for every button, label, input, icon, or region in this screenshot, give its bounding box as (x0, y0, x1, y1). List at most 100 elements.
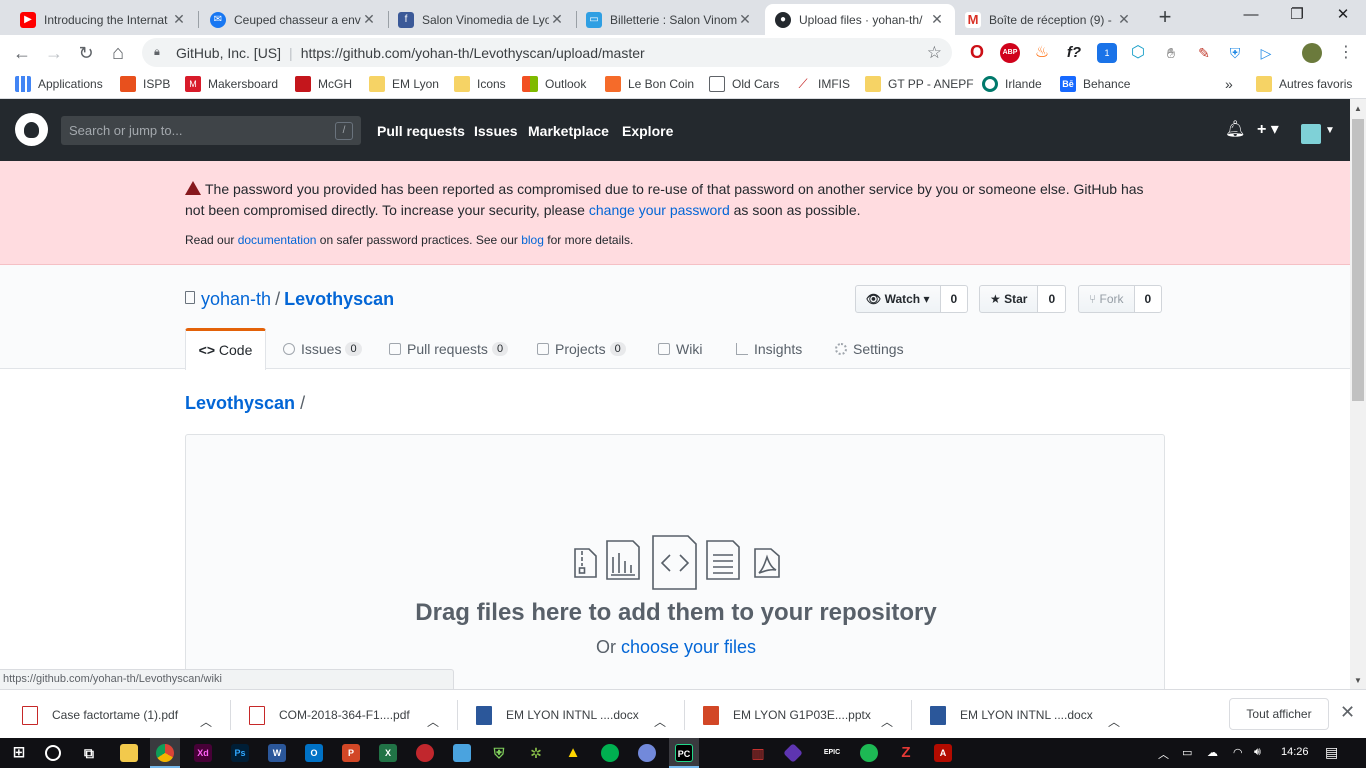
windows-start-icon[interactable]: ⊞ (10, 744, 28, 762)
menu-dots-icon[interactable]: ⋮ (1336, 43, 1356, 63)
show-all-downloads-button[interactable]: Tout afficher (1229, 698, 1329, 730)
bookmark-outlook[interactable]: Outlook (522, 75, 586, 93)
bookmark-icons[interactable]: Icons (454, 75, 506, 93)
scrollbar-thumb[interactable] (1352, 119, 1364, 401)
adobe-xd-icon[interactable]: Xd (194, 744, 212, 762)
download-item[interactable]: Case factortame (1).pdf (22, 700, 178, 730)
close-tab-icon[interactable]: ✕ (549, 11, 565, 28)
adblock-icon[interactable]: ABP (1000, 43, 1020, 63)
watch-button[interactable]: 👁︎ Watch ▾ (855, 285, 941, 313)
bookmark-star-icon[interactable]: ☆ (927, 43, 942, 63)
download-item[interactable]: COM-2018-364-F1....pdf (249, 700, 410, 730)
fork-button[interactable]: ⑂ Fork (1078, 285, 1135, 313)
dropper-icon[interactable]: ✎ (1194, 43, 1214, 63)
tray-expand-icon[interactable]: ︿ (1158, 746, 1169, 762)
tab-code[interactable]: <> Code (185, 328, 266, 370)
bookmark-old-cars[interactable]: Old Cars (709, 75, 779, 93)
tab-projects[interactable]: Projects 0 (537, 328, 626, 369)
github-logo-icon[interactable] (15, 113, 48, 146)
download-item[interactable]: EM LYON INTNL ....docx (930, 700, 1093, 730)
avatar-dropdown-caret-icon[interactable]: ▼ (1325, 125, 1335, 136)
blog-link[interactable]: blog (521, 233, 544, 247)
repo-name-link[interactable]: Levothyscan (284, 289, 394, 309)
bookmark-irlande[interactable]: Irlande (982, 75, 1042, 93)
opera-icon[interactable]: O (967, 43, 987, 63)
address-bar[interactable]: 🔒︎ GitHub, Inc. [US] | https://github.co… (142, 38, 952, 67)
close-tab-icon[interactable]: ✕ (171, 11, 187, 28)
browser-tab[interactable]: ▶ Introducing the Internat ✕ (10, 4, 197, 35)
close-window-button[interactable]: ✕ (1320, 0, 1366, 32)
nav-pull-requests[interactable]: Pull requests (377, 123, 465, 139)
outlook-app-icon[interactable]: O (305, 744, 323, 762)
tab-wiki[interactable]: Wiki (658, 328, 702, 369)
breadcrumb-repo-link[interactable]: Levothyscan (185, 393, 295, 413)
change-password-link[interactable]: change your password (589, 202, 730, 218)
download-options-chevron-icon[interactable]: ︿ (427, 706, 439, 736)
star-button[interactable]: ★ Star (979, 285, 1039, 313)
filezilla-icon[interactable]: Z (897, 744, 915, 762)
tab-settings[interactable]: Settings (835, 328, 904, 369)
notifications-bell-icon[interactable]: 🔔︎ (1225, 119, 1245, 139)
bookmark-imfis[interactable]: ⟋ IMFIS (795, 75, 850, 93)
address-url[interactable]: https://github.com/yohan-th/Levothyscan/… (301, 45, 645, 61)
documentation-link[interactable]: documentation (238, 233, 317, 247)
file-explorer-icon[interactable] (120, 744, 138, 762)
repo-owner-link[interactable]: yohan-th (201, 289, 271, 309)
epic-games-icon[interactable]: EPIC (823, 744, 841, 762)
search-input[interactable]: Search or jump to... / (61, 116, 361, 145)
shield-icon[interactable]: ⛨ (1225, 43, 1245, 63)
download-options-chevron-icon[interactable]: ︿ (200, 706, 212, 736)
bookmark-makersboard[interactable]: M Makersboard (185, 75, 278, 93)
bookmark-mcgh[interactable]: McGH (295, 75, 352, 93)
fork-count[interactable]: 0 (1134, 285, 1163, 313)
pycharm-icon[interactable]: PC (675, 744, 693, 762)
flame-icon[interactable]: ♨ (1032, 43, 1052, 63)
download-item[interactable]: EM LYON INTNL ....docx (476, 700, 639, 730)
maximize-button[interactable]: ❐ (1274, 0, 1320, 32)
browser-tab[interactable]: ▭ Billetterie : Salon Vinom ✕ (576, 4, 763, 35)
photoshop-icon[interactable]: Ps (231, 744, 249, 762)
razer-icon[interactable] (601, 744, 619, 762)
bookmark-behance[interactable]: Bē Behance (1060, 75, 1130, 93)
formula-icon[interactable]: f? (1064, 43, 1084, 63)
powerpoint-icon[interactable]: P (342, 744, 360, 762)
star-count[interactable]: 0 (1038, 285, 1067, 313)
close-tab-icon[interactable]: ✕ (929, 11, 945, 28)
bookmark-other[interactable]: Autres favoris (1256, 75, 1352, 93)
nav-explore[interactable]: Explore (622, 123, 673, 139)
extension-badge-icon[interactable]: 1 (1097, 43, 1117, 63)
word-icon[interactable]: W (268, 744, 286, 762)
download-item[interactable]: EM LYON G1P03E....pptx (703, 700, 871, 730)
tab-issues[interactable]: Issues 0 (283, 328, 362, 369)
task-view-icon[interactable]: ⧉ (80, 744, 98, 762)
forward-button[interactable]: → (40, 39, 68, 67)
chrome-icon[interactable] (156, 744, 174, 762)
browser-tab[interactable]: M Boîte de réception (9) - ✕ (955, 4, 1142, 35)
app-icon[interactable] (453, 744, 471, 762)
browser-tab[interactable]: f Salon Vinomedia de Lyo ✕ (388, 4, 575, 35)
close-tab-icon[interactable]: ✕ (361, 11, 377, 28)
bookmarks-more-button[interactable]: » (1225, 75, 1233, 93)
cortana-icon[interactable] (45, 745, 61, 761)
action-center-icon[interactable]: ▤ (1325, 744, 1338, 761)
spotify-icon[interactable] (860, 744, 878, 762)
volume-icon[interactable]: 🔊︎ (1254, 746, 1261, 759)
new-tab-button[interactable]: + (1152, 5, 1178, 31)
hexagon-icon[interactable]: ⬡ (1128, 43, 1148, 63)
page-scrollbar[interactable]: ▲ ▼ (1350, 99, 1366, 689)
bookmark-gt-pp[interactable]: GT PP - ANEPF (865, 75, 974, 93)
close-tab-icon[interactable]: ✕ (737, 11, 753, 28)
create-new-button[interactable]: + ▾ (1257, 119, 1279, 139)
nav-marketplace[interactable]: Marketplace (528, 123, 609, 139)
watch-count[interactable]: 0 (940, 285, 969, 313)
bug-app-icon[interactable]: ✲ (527, 744, 545, 762)
scroll-down-arrow-icon[interactable]: ▼ (1350, 673, 1366, 689)
clock[interactable]: 14:26 (1281, 746, 1309, 758)
bookmark-ispb[interactable]: ISPB (120, 75, 170, 93)
bookmark-le-bon-coin[interactable]: Le Bon Coin (605, 75, 694, 93)
minimize-button[interactable]: — (1228, 0, 1274, 32)
scroll-up-arrow-icon[interactable]: ▲ (1350, 101, 1366, 117)
reload-button[interactable]: ↻ (72, 39, 100, 67)
avatar[interactable] (1301, 124, 1321, 144)
app-icon[interactable] (416, 744, 434, 762)
